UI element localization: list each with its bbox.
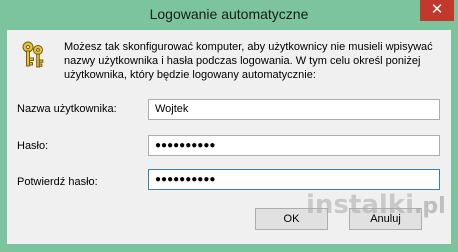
title-bar[interactable]: Logowanie automatyczne ✕ (0, 0, 458, 30)
description-text: Możesz tak skonfigurować komputer, aby u… (64, 41, 433, 81)
window-frame-bottom (0, 244, 458, 252)
window-frame-right (451, 30, 458, 252)
watermark-text: instalki (306, 190, 414, 220)
watermark-logo: instalki.pl (306, 190, 446, 224)
close-button[interactable]: ✕ (420, 0, 454, 21)
username-input[interactable]: Wojtek (148, 99, 440, 120)
window-title: Logowanie automatyczne (149, 6, 309, 22)
watermark-suffix: .pl (414, 194, 446, 219)
password-input[interactable]: ●●●●●●●●●● (148, 135, 440, 156)
username-label: Nazwa użytkownika: (17, 103, 117, 115)
confirm-password-label: Potwierdź hasło: (17, 176, 98, 188)
confirm-password-input[interactable]: ●●●●●●●●●● (148, 169, 440, 190)
password-label: Hasło: (17, 140, 49, 152)
keys-icon (22, 41, 44, 68)
close-icon: ✕ (430, 1, 444, 18)
window-frame-left (0, 30, 7, 252)
